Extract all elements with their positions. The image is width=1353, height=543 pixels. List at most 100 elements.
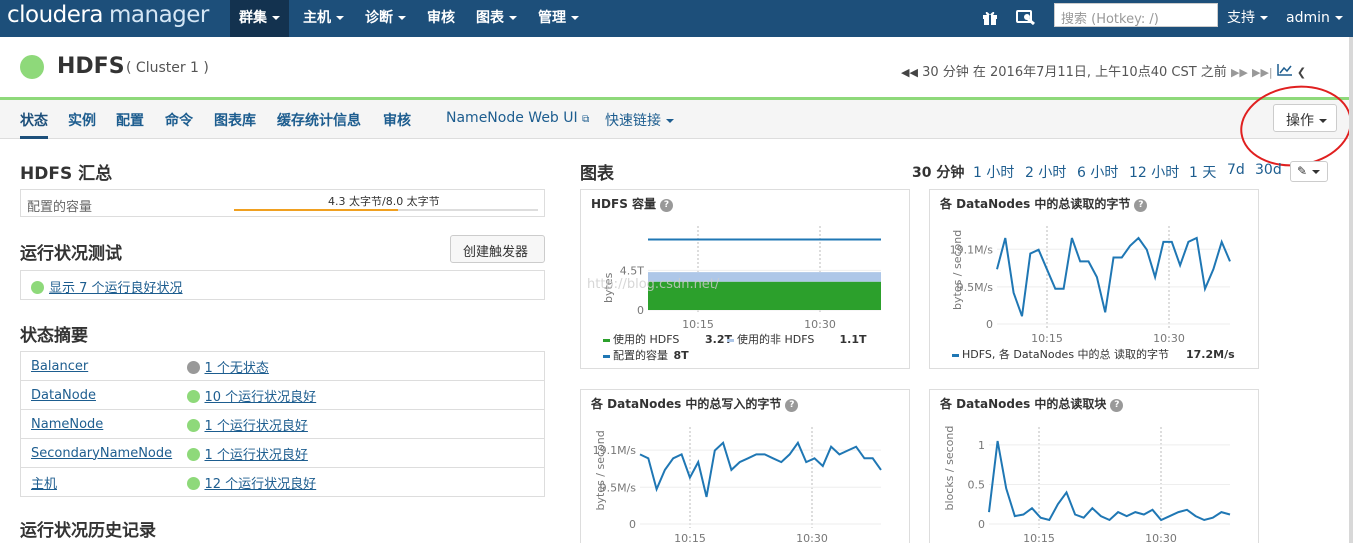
nav-clusters-label: 群集 (239, 10, 267, 26)
series-line (639, 440, 882, 498)
nav-clusters[interactable]: 群集 (230, 0, 289, 37)
range-12h[interactable]: 12 小时 (1129, 162, 1179, 182)
chart-svg: bytes / second 10:15 10:30 19.1M/s 9.5M/s 0 (593, 427, 882, 543)
role-link-namenode[interactable]: NameNode (31, 417, 103, 432)
tab-configuration[interactable]: 配置 (116, 110, 144, 130)
jump-to-now-icon[interactable]: ▶▶| (1252, 66, 1273, 79)
range-1d[interactable]: 1 天 (1189, 162, 1216, 182)
role-link-datanode[interactable]: DataNode (31, 388, 96, 403)
chart-svg: blocks / second 10:15 10:30 1 0.5 0 (943, 426, 1231, 543)
x-tick-label: 10:15 (674, 532, 706, 543)
tab-cache-statistics[interactable]: 缓存统计信息 (277, 110, 361, 130)
legend-swatch (603, 339, 610, 342)
wrench-icon[interactable] (1016, 9, 1036, 29)
good-health-dot (186, 476, 200, 490)
x-tick-label: 10:30 (1153, 332, 1185, 345)
red-annotation-circle (1234, 78, 1353, 174)
nav-hosts-label: 主机 (303, 10, 331, 26)
tab-instances[interactable]: 实例 (68, 110, 96, 130)
collapse-chevron-icon[interactable]: ❮ (1297, 66, 1306, 79)
tab-quick-links[interactable]: 快速链接 (605, 110, 674, 130)
time-navigator: ◀◀ 30 分钟 在 2016年7月11日, 上午10点40 CST 之前 ▶▶… (901, 61, 1306, 80)
nav-audits-label: 审核 (427, 10, 455, 26)
create-trigger-button[interactable]: 创建触发器 (450, 235, 545, 263)
forward-icon[interactable]: ▶▶ (1231, 66, 1248, 79)
health-good-link[interactable]: 显示 7 个运行良好状况 (49, 281, 183, 296)
rewind-icon[interactable]: ◀◀ (901, 66, 918, 79)
good-health-dot (31, 281, 44, 294)
hdfs-summary-heading: HDFS 汇总 (20, 164, 113, 184)
role-status-cell: 1 个运行状况良好 (176, 409, 545, 439)
charts-heading: 图表 (580, 164, 614, 184)
nav-hosts[interactable]: 主机 (294, 0, 353, 37)
good-health-dot (186, 418, 200, 432)
logo-main-text: cloudera (7, 2, 104, 28)
y-axis-label: bytes / second (594, 430, 607, 510)
edit-charts-button[interactable]: ✎ (1290, 161, 1328, 182)
support-label: 支持 (1227, 10, 1255, 26)
range-30min[interactable]: 30 分钟 (912, 162, 964, 182)
nav-audits[interactable]: 审核 (418, 0, 464, 37)
role-link-hosts[interactable]: 主机 (31, 477, 57, 492)
range-30d[interactable]: 30d (1255, 162, 1282, 178)
role-status-link[interactable]: 1 个运行状况良好 (205, 419, 308, 434)
watermark: http://blog.csdn.net/ (587, 277, 720, 292)
table-row: NameNode 1 个运行状况良好 (20, 409, 545, 439)
table-row: DataNode 10 个运行状况良好 (20, 380, 545, 410)
chevron-down-icon (1260, 16, 1268, 20)
role-status-link[interactable]: 1 个运行状况良好 (205, 448, 308, 463)
page-scrollbar[interactable] (1349, 37, 1353, 543)
role-status-link[interactable]: 1 个无状态 (205, 361, 269, 376)
no-status-dot (186, 360, 200, 374)
tab-chart-library[interactable]: 图表库 (214, 110, 256, 130)
y-tick-label: 0 (637, 304, 644, 317)
cloudera-logo[interactable]: cloudera manager (7, 2, 209, 28)
legend-swatch (727, 339, 734, 342)
nav-admin[interactable]: 管理 (529, 0, 588, 37)
range-7d[interactable]: 7d (1227, 162, 1245, 178)
x-tick-label: 10:15 (682, 318, 714, 331)
y-tick-label: 9.5M/s (600, 481, 637, 494)
tab-namenode-webui[interactable]: NameNode Web UI ⧉ (446, 110, 589, 126)
chart-svg: bytes10:15 10:304.5T0http://blog.csdn.net… (587, 226, 881, 362)
cluster-subtitle[interactable]: ( Cluster 1 ) (126, 60, 209, 76)
legend-value: 1.1T (840, 333, 867, 346)
tab-status[interactable]: 状态 (20, 110, 48, 139)
nav-charts[interactable]: 图表 (467, 0, 526, 37)
support-menu[interactable]: 支持 (1218, 0, 1277, 37)
y-tick-label: 9.5M/s (957, 281, 994, 294)
tab-commands[interactable]: 命令 (165, 110, 193, 130)
good-health-dot (186, 389, 200, 403)
legend-value: 8T (674, 349, 690, 362)
logo-sub-text: manager (109, 2, 209, 28)
role-name-cell: NameNode (20, 409, 177, 439)
role-name-cell: DataNode (20, 380, 177, 410)
chevron-down-icon (509, 16, 517, 20)
range-1h[interactable]: 1 小时 (973, 162, 1014, 182)
tab-audits[interactable]: 审核 (383, 110, 411, 130)
role-name-cell: Balancer (20, 351, 177, 381)
role-status-cell: 1 个运行状况良好 (176, 438, 545, 468)
chart-trend-icon[interactable] (1277, 64, 1297, 80)
role-status-link[interactable]: 12 个运行状况良好 (205, 477, 317, 492)
user-menu[interactable]: admin (1277, 0, 1352, 37)
x-tick-label: 10:30 (796, 532, 828, 543)
nav-diagnostics[interactable]: 诊断 (356, 0, 415, 37)
range-2h[interactable]: 2 小时 (1025, 162, 1066, 182)
y-tick-label: 0.5 (968, 478, 986, 491)
nav-admin-label: 管理 (538, 10, 566, 26)
y-axis-label: bytes / second (951, 230, 964, 310)
role-link-secondarynamenode[interactable]: SecondaryNameNode (31, 446, 172, 461)
gift-icon[interactable] (982, 9, 998, 29)
range-6h[interactable]: 6 小时 (1077, 162, 1118, 182)
search-placeholder: 搜索 (Hotkey: /) (1061, 12, 1159, 27)
health-good-row: 显示 7 个运行良好状况 (31, 277, 183, 296)
nav-diagnostics-label: 诊断 (365, 10, 393, 26)
y-tick-label: 0 (978, 518, 985, 531)
x-tick-label: 10:30 (804, 318, 836, 331)
health-tests-heading: 运行状况测试 (20, 244, 122, 264)
search-input[interactable]: 搜索 (Hotkey: /) (1054, 3, 1218, 27)
capacity-label: 配置的容量 (27, 200, 93, 215)
role-link-balancer[interactable]: Balancer (31, 359, 88, 374)
role-status-link[interactable]: 10 个运行状况良好 (205, 390, 317, 405)
